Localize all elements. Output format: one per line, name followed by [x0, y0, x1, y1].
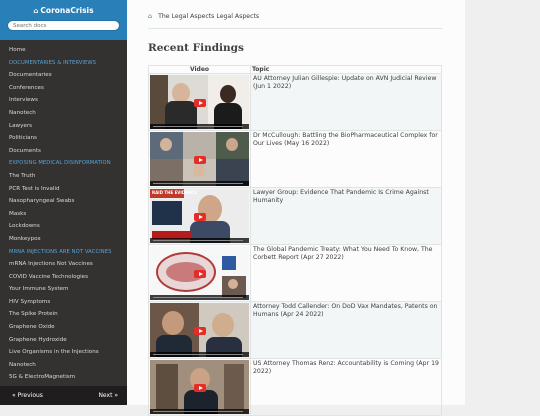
video-thumbnail[interactable]: [150, 360, 249, 414]
breadcrumb-divider: [148, 28, 442, 29]
sidebar-item-politicians[interactable]: Politicians: [0, 132, 127, 145]
topic-cell[interactable]: US Attorney Thomas Renz: Accountability …: [250, 358, 442, 416]
sidebar-item-pcr-test-is-invalid[interactable]: PCR Test is Invalid: [0, 183, 127, 196]
brand-link[interactable]: ⌂ CoronaCrisis: [0, 6, 127, 15]
video-controls: [150, 352, 249, 357]
breadcrumb-link[interactable]: The Legal Aspects: [158, 13, 214, 20]
sidebar: ⌂CoronaCrisis Home DOCUMENTARIES & INTERV…: [0, 0, 127, 405]
video-controls: [150, 295, 249, 300]
table-row: US Attorney Thomas Renz: Accountability …: [148, 358, 442, 416]
video-cell: [148, 301, 251, 359]
column-header-topic: Topic: [250, 65, 442, 74]
previous-button[interactable]: « Previous: [12, 392, 43, 399]
sidebar-item-hiv-symptoms[interactable]: HIV Symptoms: [0, 296, 127, 309]
breadcrumb-current: Legal Aspects: [216, 13, 260, 20]
video-cell: [148, 73, 251, 131]
table-row: AU Attorney Julian Gillespie: Update on …: [148, 73, 442, 131]
video-controls: [150, 181, 249, 186]
sidebar-item-lockdowns[interactable]: Lockdowns: [0, 220, 127, 233]
video-thumbnail[interactable]: [150, 246, 249, 300]
video-cell: [148, 358, 251, 416]
video-cell: [148, 130, 251, 188]
table-row: Attorney Todd Callender: On DoD Vax Mand…: [148, 301, 442, 359]
table-row: Dr McCullough: Battling the BioPharmaceu…: [148, 130, 442, 188]
topic-cell[interactable]: AU Attorney Julian Gillespie: Update on …: [250, 73, 442, 131]
video-controls: [150, 124, 249, 129]
video-thumbnail[interactable]: [150, 303, 249, 357]
video-cell: RAID THE EVIDENCE: [148, 187, 251, 245]
main-content: ⌂ The Legal Aspects Legal Aspects Recent…: [127, 0, 465, 416]
thumbnail-caption: RAID THE EVIDENCE: [152, 190, 197, 195]
topic-cell[interactable]: Attorney Todd Callender: On DoD Vax Mand…: [250, 301, 442, 359]
play-icon: [194, 213, 206, 221]
sidebar-nav: Home DOCUMENTARIES & INTERVIEWS Documentar…: [0, 40, 127, 384]
sidebar-item-conferences[interactable]: Conferences: [0, 82, 127, 95]
video-controls: [150, 238, 249, 243]
sidebar-item-covid-vaccine-technologies[interactable]: COVID Vaccine Technologies: [0, 271, 127, 284]
table-header-row: Video Topic: [148, 65, 442, 74]
findings-table: Video Topic AU Attorney Julian Gillespie…: [148, 65, 442, 416]
sidebar-item-monkeypox[interactable]: Monkeypox: [0, 233, 127, 246]
play-icon: [194, 270, 206, 278]
column-header-video: Video: [148, 65, 251, 74]
sidebar-item-documentaries[interactable]: Documentaries: [0, 69, 127, 82]
sidebar-item-5g-electromagnetism[interactable]: 5G & ElectroMagnetism: [0, 371, 127, 384]
page-title: Recent Findings: [148, 42, 244, 54]
sidebar-item-nasopharyngeal-swabs[interactable]: Nasopharyngeal Swabs: [0, 195, 127, 208]
sidebar-item-the-spike-protein[interactable]: The Spike Protein: [0, 308, 127, 321]
play-icon: [194, 156, 206, 164]
sidebar-item-lawyers[interactable]: Lawyers: [0, 120, 127, 133]
sidebar-caption-exposing-medical-disinformation: EXPOSING MEDICAL DISINFORMATION: [9, 160, 111, 167]
sidebar-item-home[interactable]: Home: [0, 44, 127, 57]
video-controls: [150, 409, 249, 414]
breadcrumb: ⌂ The Legal Aspects Legal Aspects: [148, 12, 259, 20]
video-cell: [148, 244, 251, 302]
table-row: RAID THE EVIDENCE Lawyer Group: Evidence…: [148, 187, 442, 245]
table-row: The Global Pandemic Treaty: What You Nee…: [148, 244, 442, 302]
home-icon[interactable]: ⌂: [148, 12, 152, 20]
play-icon: [194, 327, 206, 335]
sidebar-item-nanotech[interactable]: Nanotech: [0, 107, 127, 120]
sidebar-item-graphene-hydroxide[interactable]: Graphene Hydroxide: [0, 334, 127, 347]
sidebar-item-masks[interactable]: Masks: [0, 208, 127, 221]
topic-cell[interactable]: The Global Pandemic Treaty: What You Nee…: [250, 244, 442, 302]
brand-label: CoronaCrisis: [40, 6, 94, 15]
sidebar-item-documents[interactable]: Documents: [0, 145, 127, 158]
next-button[interactable]: Next »: [98, 392, 118, 399]
sidebar-item-mrna-injections-not-vaccines[interactable]: mRNA Injections Not Vaccines: [0, 258, 127, 271]
video-thumbnail[interactable]: [150, 75, 249, 129]
sidebar-item-live-organisms-in-the-injections[interactable]: Live Organisms in the Injections: [0, 346, 127, 359]
topic-cell[interactable]: Dr McCullough: Battling the BioPharmaceu…: [250, 130, 442, 188]
pager: « Previous Next »: [0, 386, 127, 405]
sidebar-item-nanotech[interactable]: Nanotech: [0, 359, 127, 372]
sidebar-caption-documentaries-interviews: DOCUMENTARIES & INTERVIEWS: [9, 59, 97, 66]
play-icon: [194, 384, 206, 392]
home-icon: ⌂: [33, 7, 39, 15]
search-input[interactable]: [7, 20, 120, 31]
sidebar-item-interviews[interactable]: Interviews: [0, 94, 127, 107]
topic-cell[interactable]: Lawyer Group: Evidence That Pandemic Is …: [250, 187, 442, 245]
sidebar-item-your-immune-system[interactable]: Your Immune System: [0, 283, 127, 296]
video-thumbnail[interactable]: RAID THE EVIDENCE: [150, 189, 249, 243]
sidebar-item-graphene-oxide[interactable]: Graphene Oxide: [0, 321, 127, 334]
play-icon: [194, 99, 206, 107]
sidebar-caption-mrna-injections-are-not-vaccines: MRNA INJECTIONS ARE NOT VACCINES: [9, 248, 112, 255]
video-thumbnail[interactable]: [150, 132, 249, 186]
sidebar-brand: ⌂ CoronaCrisis: [0, 0, 127, 40]
sidebar-item-the-truth[interactable]: The Truth: [0, 170, 127, 183]
